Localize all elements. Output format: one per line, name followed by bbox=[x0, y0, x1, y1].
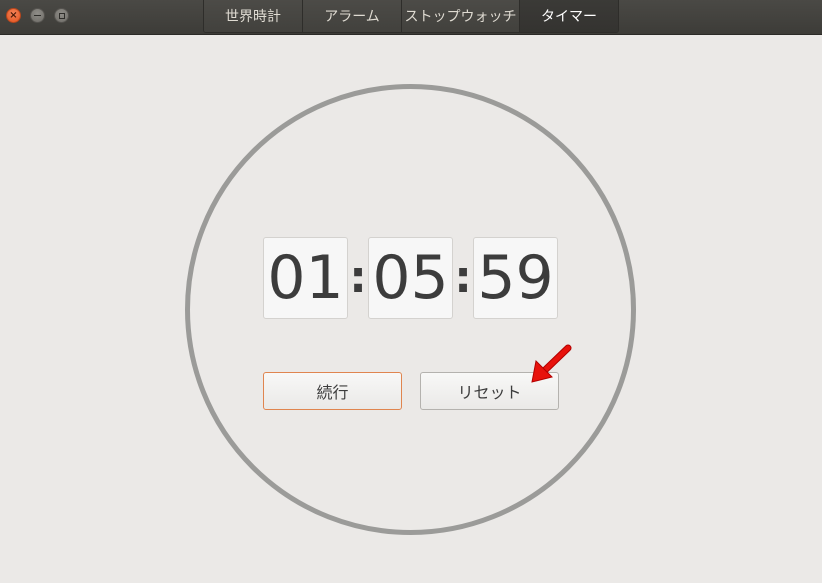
tab-stopwatch[interactable]: ストップウォッチ bbox=[402, 0, 520, 32]
close-icon: × bbox=[9, 9, 18, 21]
tab-world-clock[interactable]: 世界時計 bbox=[204, 0, 303, 32]
red-arrow-annotation-icon bbox=[531, 344, 572, 383]
resume-button[interactable]: 続行 bbox=[263, 372, 402, 410]
timer-seconds: 59 bbox=[473, 237, 558, 319]
minimize-window-button[interactable] bbox=[30, 8, 45, 23]
tab-timer[interactable]: タイマー bbox=[520, 0, 618, 32]
title-bar: × 世界時計 アラーム ストップウォッチ タイマー bbox=[0, 0, 822, 35]
timer-separator: : bbox=[349, 251, 367, 303]
timer-minutes: 05 bbox=[368, 237, 453, 319]
minimize-icon bbox=[34, 14, 41, 17]
timer-separator: : bbox=[454, 251, 472, 303]
view-switcher: 世界時計 アラーム ストップウォッチ タイマー bbox=[203, 0, 619, 33]
timer-hours: 01 bbox=[263, 237, 348, 319]
close-window-button[interactable]: × bbox=[6, 8, 21, 23]
maximize-icon bbox=[58, 12, 65, 19]
tab-alarm[interactable]: アラーム bbox=[303, 0, 402, 32]
maximize-window-button[interactable] bbox=[54, 8, 69, 23]
